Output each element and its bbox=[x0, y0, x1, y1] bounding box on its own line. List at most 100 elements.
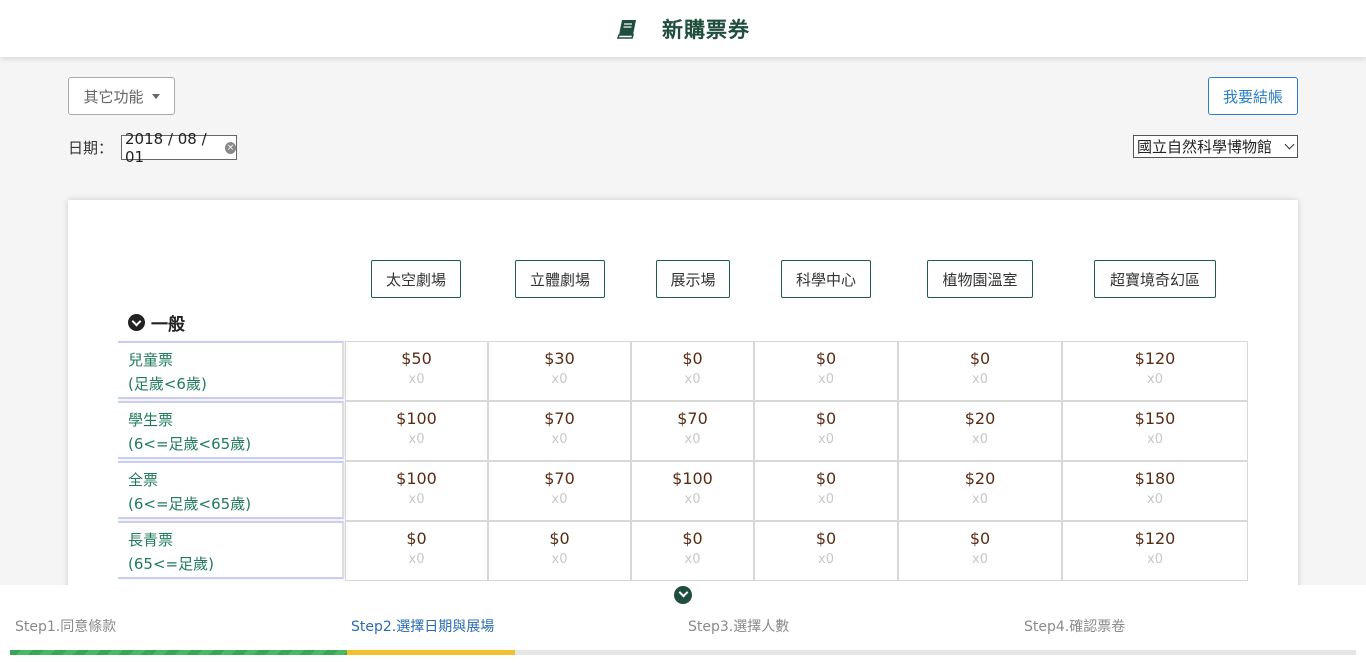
ticket-price-cell[interactable]: $0 x0 bbox=[488, 521, 631, 581]
date-value: 2018 / 08 / 01 bbox=[125, 129, 207, 166]
ticket-quantity: x0 bbox=[408, 492, 425, 507]
ticket-quantity: x0 bbox=[818, 432, 834, 447]
step-progress-bar bbox=[10, 650, 1356, 655]
ticket-quantity: x0 bbox=[684, 552, 701, 567]
ticket-quantity: x0 bbox=[818, 372, 834, 387]
ticket-quantity: x0 bbox=[1147, 372, 1163, 387]
venue-button-space-theater[interactable]: 太空劇場 bbox=[371, 260, 461, 298]
venue-button-exhibition[interactable]: 展示場 bbox=[656, 260, 730, 298]
ticket-row-label: 全票 (6<=足歲<65歲) bbox=[118, 461, 344, 519]
more-functions-dropdown[interactable]: 其它功能 bbox=[68, 77, 175, 115]
ticket-price-cell[interactable]: $180 x0 bbox=[1062, 461, 1248, 521]
ticket-price-cell[interactable]: $0 x0 bbox=[631, 521, 754, 581]
arrow-down-circle-icon bbox=[128, 314, 145, 331]
ticket-type-desc: (6<=足歲<65歲) bbox=[128, 435, 252, 453]
ticket-quantity: x0 bbox=[818, 492, 834, 507]
ticket-price: $30 bbox=[544, 349, 575, 368]
section-title: 一般 bbox=[151, 315, 185, 335]
ticket-quantity: x0 bbox=[972, 432, 988, 447]
ticket-price-cell[interactable]: $20 x0 bbox=[898, 461, 1062, 521]
ticket-price-cell[interactable]: $0 x0 bbox=[631, 341, 754, 401]
ticket-quantity: x0 bbox=[551, 432, 568, 447]
ticket-price: $70 bbox=[544, 409, 575, 428]
ticket-price-cell[interactable]: $120 x0 bbox=[1062, 341, 1248, 401]
ticket-price: $0 bbox=[682, 349, 703, 368]
ticket-price: $100 bbox=[396, 469, 437, 488]
ticket-price: $0 bbox=[815, 529, 837, 548]
ticket-price-cell[interactable]: $100 x0 bbox=[345, 461, 488, 521]
ticket-quantity: x0 bbox=[684, 492, 701, 507]
ticket-type-name: 長青票 bbox=[128, 531, 174, 549]
step-2: Step2.選擇日期與展場 bbox=[351, 619, 495, 635]
ticket-type-desc: (足歲<6歲) bbox=[128, 375, 207, 393]
ticket-price-cell[interactable]: $0 x0 bbox=[754, 521, 898, 581]
ticket-price: $180 bbox=[1134, 469, 1176, 488]
ticket-type-desc: (6<=足歲<65歲) bbox=[128, 495, 252, 513]
ticket-quantity: x0 bbox=[972, 552, 988, 567]
ticket-price-cell[interactable]: $0 x0 bbox=[754, 461, 898, 521]
ticket-price-cell[interactable]: $50 x0 bbox=[345, 341, 488, 401]
ticket-price-cell[interactable]: $30 x0 bbox=[488, 341, 631, 401]
chevron-down-icon bbox=[1284, 139, 1295, 150]
venue-button-3d-theater[interactable]: 立體劇場 bbox=[515, 260, 605, 298]
ticket-type-name: 兒童票 bbox=[128, 351, 174, 369]
ticket-quantity: x0 bbox=[1147, 492, 1163, 507]
ticket-quantity: x0 bbox=[684, 372, 701, 387]
ticket-type-name: 學生票 bbox=[128, 411, 174, 429]
ticket-quantity: x0 bbox=[551, 492, 568, 507]
ticket-quantity: x0 bbox=[408, 372, 425, 387]
ticket-price-cell[interactable]: $100 x0 bbox=[631, 461, 754, 521]
ticket-price: $100 bbox=[396, 409, 437, 428]
ticket-type-desc: (65<=足歲) bbox=[128, 555, 214, 573]
venue-button-greenhouse[interactable]: 植物園溫室 bbox=[927, 260, 1033, 298]
step-3: Step3.選擇人數 bbox=[688, 619, 790, 635]
ticket-price-cell[interactable]: $0 x0 bbox=[754, 401, 898, 461]
book-icon bbox=[616, 19, 636, 39]
ticket-price: $0 bbox=[406, 529, 427, 548]
ticket-quantity: x0 bbox=[972, 492, 988, 507]
step-4: Step4.確認票卷 bbox=[1024, 619, 1126, 635]
ticket-price: $20 bbox=[964, 409, 996, 428]
ticket-price: $0 bbox=[969, 349, 991, 368]
ticket-price: $70 bbox=[544, 469, 575, 488]
date-input[interactable]: 2018 / 08 / 01 × bbox=[121, 130, 237, 166]
date-label: 日期： bbox=[68, 139, 114, 157]
clear-date-icon[interactable]: × bbox=[224, 141, 236, 154]
step-footer: Step1.同意條款 Step2.選擇日期與展場 Step3.選擇人數 Step… bbox=[0, 585, 1366, 665]
checkout-button[interactable]: 我要結帳 bbox=[1208, 77, 1298, 115]
section-general[interactable]: 一般 bbox=[128, 310, 185, 335]
ticket-price-cell[interactable]: $0 x0 bbox=[754, 341, 898, 401]
ticket-price: $0 bbox=[682, 529, 703, 548]
ticket-quantity: x0 bbox=[818, 552, 834, 567]
ticket-price-cell[interactable]: $70 x0 bbox=[488, 461, 631, 521]
page-title: 新購票券 bbox=[662, 17, 750, 42]
ticket-price-cell[interactable]: $100 x0 bbox=[345, 401, 488, 461]
ticket-price: $120 bbox=[1134, 529, 1176, 548]
ticket-price: $150 bbox=[1134, 409, 1176, 428]
more-functions-label: 其它功能 bbox=[83, 87, 144, 106]
ticket-price-cell[interactable]: $70 x0 bbox=[631, 401, 754, 461]
venue-button-wonderland[interactable]: 超寶境奇幻區 bbox=[1094, 260, 1216, 298]
ticket-quantity: x0 bbox=[684, 432, 701, 447]
ticket-price-cell[interactable]: $20 x0 bbox=[898, 401, 1062, 461]
ticket-quantity: x0 bbox=[972, 372, 988, 387]
ticket-price-cell[interactable]: $0 x0 bbox=[898, 341, 1062, 401]
ticket-type-name: 全票 bbox=[128, 471, 159, 489]
venue-select[interactable]: 國立自然科學博物館 bbox=[1133, 135, 1298, 158]
ticket-quantity: x0 bbox=[1147, 432, 1163, 447]
ticket-price-cell[interactable]: $120 x0 bbox=[1062, 521, 1248, 581]
chevron-down-circle-icon[interactable] bbox=[674, 586, 692, 604]
progress-current bbox=[347, 650, 515, 655]
ticket-price: $0 bbox=[815, 409, 837, 428]
ticket-quantity: x0 bbox=[408, 432, 425, 447]
caret-down-icon bbox=[151, 93, 160, 99]
ticket-price-cell[interactable]: $70 x0 bbox=[488, 401, 631, 461]
page-header: 新購票券 bbox=[0, 0, 1366, 57]
ticket-price-cell[interactable]: $0 x0 bbox=[345, 521, 488, 581]
ticket-price-cell[interactable]: $150 x0 bbox=[1062, 401, 1248, 461]
ticket-quantity: x0 bbox=[408, 552, 425, 567]
ticket-price: $0 bbox=[815, 349, 837, 368]
venue-select-value: 國立自然科學博物館 bbox=[1137, 138, 1273, 156]
ticket-price-cell[interactable]: $0 x0 bbox=[898, 521, 1062, 581]
venue-button-science-center[interactable]: 科學中心 bbox=[781, 260, 871, 298]
